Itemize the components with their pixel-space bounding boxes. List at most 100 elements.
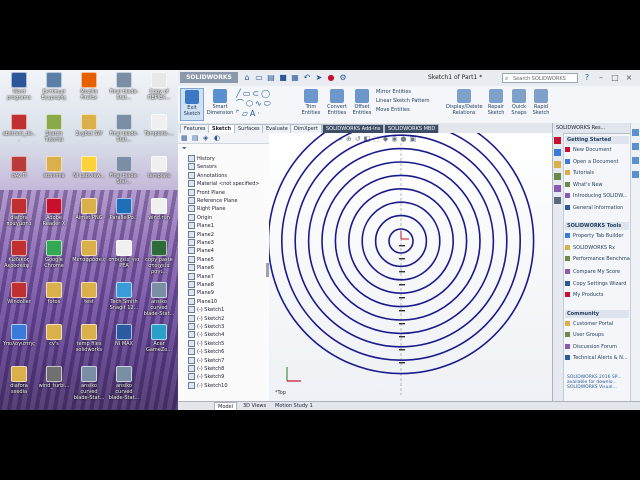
desktop-icon[interactable]: Κωδικός Αεροσκάφ...: [2, 240, 36, 269]
desktop-icon[interactable]: abstract_de...: [2, 114, 36, 143]
tree-node[interactable]: Plane7: [188, 272, 214, 281]
tree-node[interactable]: (-) Sketch5: [188, 339, 224, 348]
save-icon[interactable]: ■: [278, 73, 288, 83]
task-pane-link[interactable]: Compare My Score: [565, 269, 620, 276]
desktop-icon[interactable]: Final blade-Stat...: [107, 72, 141, 101]
tree-node[interactable]: History: [188, 155, 215, 163]
new-document-icon[interactable]: ▭: [254, 73, 264, 83]
mirror-entities-item[interactable]: Mirror Entities: [376, 88, 430, 97]
tree-node[interactable]: (-) Sketch2: [188, 314, 224, 323]
tree-node[interactable]: Plane6: [188, 264, 214, 272]
task-pane-section-title[interactable]: Community: [565, 309, 629, 318]
desktop-icon[interactable]: fotos: [37, 282, 71, 305]
tree-node[interactable]: Plane10: [188, 297, 217, 306]
desktop-icon[interactable]: Acer GameZo...: [142, 324, 176, 353]
task-pane-link[interactable]: Tutorials: [565, 170, 594, 177]
view-palette-tab-icon[interactable]: [554, 173, 561, 180]
rebuild-icon[interactable]: ●: [326, 73, 336, 83]
desktop-icon[interactable]: copy paste στοιχεία ραγι...: [142, 240, 176, 275]
task-pane-link[interactable]: My Products: [565, 292, 603, 299]
tree-node[interactable]: (-) Sketch9: [188, 373, 224, 381]
minimize-icon[interactable]: –: [596, 73, 606, 83]
desktop-icon[interactable]: Copy of ΠΕΡΙΕΧ...: [142, 72, 176, 101]
sketch-tools-grid[interactable]: ╱▭⊂◯ ⌒⬡∿⬭ ⌜▱A·: [236, 89, 296, 120]
task-pane-link[interactable]: Copy Settings Wizard: [565, 280, 626, 288]
tree-node[interactable]: Reference Plane: [188, 197, 237, 205]
tab-motion-study[interactable]: Motion Study 1: [272, 402, 316, 410]
print-icon[interactable]: ▦: [290, 73, 300, 83]
desktop-icon[interactable]: diafora πράγματα: [2, 198, 36, 227]
tree-node[interactable]: Plane2: [188, 230, 214, 239]
desktop-icon[interactable]: Final blade-Stat...: [107, 114, 141, 143]
tab-sketch[interactable]: Sketch: [208, 124, 236, 133]
desktop-icon[interactable]: test: [72, 282, 106, 305]
desktop-icon[interactable]: NI Labview...: [72, 156, 106, 179]
desktop-icon[interactable]: Υπολογιστής: [2, 324, 36, 347]
design-library-tab-icon[interactable]: [554, 149, 561, 156]
appearances-tab-icon[interactable]: [554, 185, 561, 192]
desktop-icon[interactable]: Skatch Tutorial: [37, 114, 71, 143]
convert-entities-button[interactable]: Convert Entities: [324, 88, 350, 121]
tab-3d-views[interactable]: 3D Views: [240, 402, 269, 410]
undo-icon[interactable]: ↶: [302, 73, 312, 83]
desktop-icon[interactable]: Word programs: [2, 72, 36, 101]
task-pane-link[interactable]: Open a Document: [565, 158, 619, 166]
maximize-icon[interactable]: □: [610, 73, 620, 83]
rapid-sketch-button[interactable]: Rapid Sketch: [530, 88, 552, 121]
desktop-icon[interactable]: Final blade-Stat...: [107, 156, 141, 185]
tree-node[interactable]: (-) Sketch4: [188, 331, 224, 339]
filter-icon[interactable]: ⏷: [182, 145, 187, 153]
desktop-icon[interactable]: Μεταφράσεις: [72, 240, 106, 263]
desktop-icon[interactable]: Airnet PNG: [72, 198, 106, 221]
desktop-icon[interactable]: Συχδαί SW: [72, 114, 106, 137]
desktop-icon[interactable]: σAv Π: [2, 156, 36, 179]
desktop-icon[interactable]: Adobe Reader X: [37, 198, 71, 227]
quick-snaps-button[interactable]: Quick Snaps: [508, 88, 530, 121]
desktop-icon[interactable]: temp files solidworks: [72, 324, 106, 353]
repair-sketch-button[interactable]: Repair Sketch: [484, 88, 508, 121]
smart-dimension-button[interactable]: Smart Dimension: [206, 88, 234, 121]
select-icon[interactable]: ➤: [314, 73, 324, 83]
desktop-icon[interactable]: wind_turbi...: [37, 366, 71, 389]
tree-node[interactable]: Plane4: [188, 247, 214, 255]
home-icon[interactable]: ⌂: [242, 73, 252, 83]
tree-node[interactable]: (-) Sketch3: [188, 323, 224, 331]
exit-sketch-button[interactable]: Exit Sketch: [180, 88, 204, 121]
ellipse-icon[interactable]: ⬭: [264, 99, 273, 108]
trim-entities-button[interactable]: Trim Entities: [298, 88, 324, 121]
tree-node[interactable]: (-) Sketch1: [188, 306, 224, 314]
sketch-circle[interactable]: [281, 133, 521, 361]
file-explorer-tab-icon[interactable]: [554, 161, 561, 168]
task-pane-link[interactable]: Property Tab Builder: [565, 233, 623, 240]
graphics-area[interactable]: ⌕⊕↺◧⬚◆◉●▣ *Top: [269, 133, 552, 401]
desktop-icon[interactable]: diafora sxedia: [2, 366, 36, 395]
task-pane-link[interactable]: Customer Portal: [565, 320, 613, 328]
desktop-icon[interactable]: template: [142, 156, 176, 179]
display-delete-relations-button[interactable]: Display/Delete Relations: [446, 88, 483, 121]
tree-node[interactable]: Plane5: [188, 255, 214, 264]
tab-surfaces[interactable]: Surfaces: [234, 124, 264, 133]
tree-node[interactable]: Material <not specified>: [188, 180, 259, 188]
slot-icon[interactable]: ⊂: [252, 89, 261, 98]
tab-evaluate[interactable]: Evaluate: [262, 124, 292, 133]
desktop-icon[interactable]: στοιχεία για ΡΕΑ: [107, 240, 141, 269]
task-pane-link[interactable]: Technical Alerts & N...: [565, 355, 628, 362]
solidworks-logo[interactable]: SOLIDWORKS: [180, 72, 238, 83]
tree-node[interactable]: (-) Sketch6: [188, 348, 224, 356]
close-icon[interactable]: ×: [624, 73, 634, 83]
linear-sketch-pattern-item[interactable]: Linear Sketch Pattern: [376, 97, 430, 106]
desktop-icon[interactable]: wind.run: [142, 198, 176, 221]
polygon-icon[interactable]: ⬡: [246, 99, 255, 108]
circle-icon[interactable]: ◯: [261, 89, 272, 98]
tree-node[interactable]: Sensors: [188, 163, 217, 171]
desktop-icon[interactable]: ansiko curved blade-Stat...: [107, 366, 141, 401]
tree-node[interactable]: Plane9: [188, 289, 214, 297]
tree-node[interactable]: Right Plane: [188, 205, 225, 213]
desktop-icon[interactable]: ansiko curved blade-Stat...: [72, 366, 106, 401]
tab-addins[interactable]: SOLIDWORKS Add-Ins: [322, 124, 385, 133]
desktop-icon[interactable]: Template-...: [142, 114, 176, 137]
tree-node[interactable]: Plane8: [188, 281, 214, 289]
desktop-icon[interactable]: Google Chrome: [37, 240, 71, 269]
task-pane-link[interactable]: General Information: [565, 204, 623, 212]
arc-icon[interactable]: ⌒: [236, 99, 246, 108]
